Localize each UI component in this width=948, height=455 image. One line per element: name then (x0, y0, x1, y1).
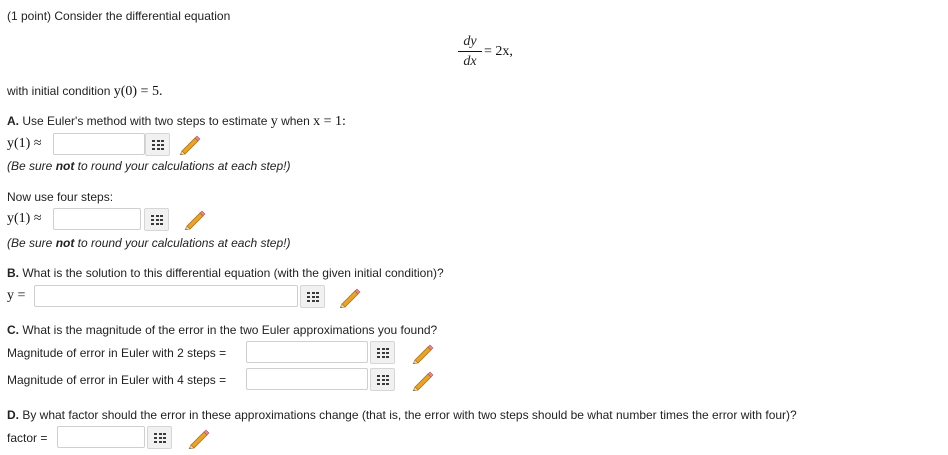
fraction-denominator: dx (463, 54, 477, 69)
partD-text: By what factor should the error in these… (19, 408, 797, 422)
partD-prefix: D. (7, 408, 19, 422)
partA-text2: when (277, 114, 314, 128)
error-four-steps-input[interactable] (246, 368, 368, 390)
partC-question: C. What is the magnitude of the error in… (7, 323, 437, 337)
error-two-steps-input[interactable] (246, 341, 368, 363)
euler-two-steps-input[interactable] (53, 133, 145, 155)
partA-four-steps-text: Now use four steps: (7, 190, 114, 204)
hint2-bold: not (55, 236, 75, 250)
equation-editor-grid-icon[interactable] (370, 341, 395, 364)
partC-four-steps-label: Magnitude of error in Euler with 4 steps… (7, 373, 227, 387)
partB-prefix: B. (7, 266, 19, 280)
fraction-bar (458, 51, 482, 52)
hint-pre: (Be sure (7, 159, 56, 173)
equation-rhs: = 2x, (484, 44, 513, 59)
partA-text: Use Euler's method with two steps to est… (19, 114, 271, 128)
pencil-edit-icon[interactable] (183, 208, 207, 230)
pencil-edit-icon[interactable] (187, 427, 211, 449)
partC-prefix: C. (7, 323, 19, 337)
equation-editor-grid-icon[interactable] (300, 285, 325, 308)
partA-math-y: y (270, 114, 278, 129)
partD-label: factor = (7, 431, 48, 445)
hint-bold: not (55, 159, 75, 173)
partA-prefix: A. (7, 114, 19, 128)
pencil-edit-icon[interactable] (178, 133, 202, 155)
partD-question: D. By what factor should the error in th… (7, 408, 797, 422)
partB-text: What is the solution to this differentia… (19, 266, 444, 280)
equation-editor-grid-icon[interactable] (144, 208, 169, 231)
partC-two-steps-label: Magnitude of error in Euler with 2 steps… (7, 346, 227, 360)
partA-four-steps-label: y(1) ≈ (7, 211, 42, 226)
derivative-fraction: dy dx (458, 34, 482, 69)
hint2-post: to round your calculations at each step!… (74, 236, 291, 250)
factor-input[interactable] (57, 426, 145, 448)
initial-condition-math: y(0) = 5. (113, 84, 163, 99)
euler-four-steps-input[interactable] (53, 208, 141, 230)
partA-math-x: x = 1: (313, 114, 346, 129)
partA-hint: (Be sure not to round your calculations … (7, 159, 290, 173)
pencil-edit-icon[interactable] (411, 342, 435, 364)
partA-two-steps-label: y(1) ≈ (7, 136, 42, 151)
partA-question: A. Use Euler's method with two steps to … (7, 114, 346, 130)
pencil-edit-icon[interactable] (411, 369, 435, 391)
hint2-pre: (Be sure (7, 236, 56, 250)
equation-editor-grid-icon[interactable] (370, 368, 395, 391)
initial-condition: with initial condition y(0) = 5. (7, 84, 162, 100)
partA-hint-2: (Be sure not to round your calculations … (7, 236, 290, 250)
partB-question: B. What is the solution to this differen… (7, 266, 444, 280)
partC-text: What is the magnitude of the error in th… (19, 323, 438, 337)
initial-condition-text: with initial condition (7, 84, 114, 98)
pencil-edit-icon[interactable] (338, 286, 362, 308)
hint-post: to round your calculations at each step!… (74, 159, 291, 173)
equation-editor-grid-icon[interactable] (145, 133, 170, 156)
solution-input[interactable] (34, 285, 298, 307)
problem-intro: (1 point) Consider the differential equa… (7, 9, 231, 23)
equation-editor-grid-icon[interactable] (147, 426, 172, 449)
fraction-numerator: dy (463, 34, 477, 49)
partB-label: y = (7, 288, 26, 303)
